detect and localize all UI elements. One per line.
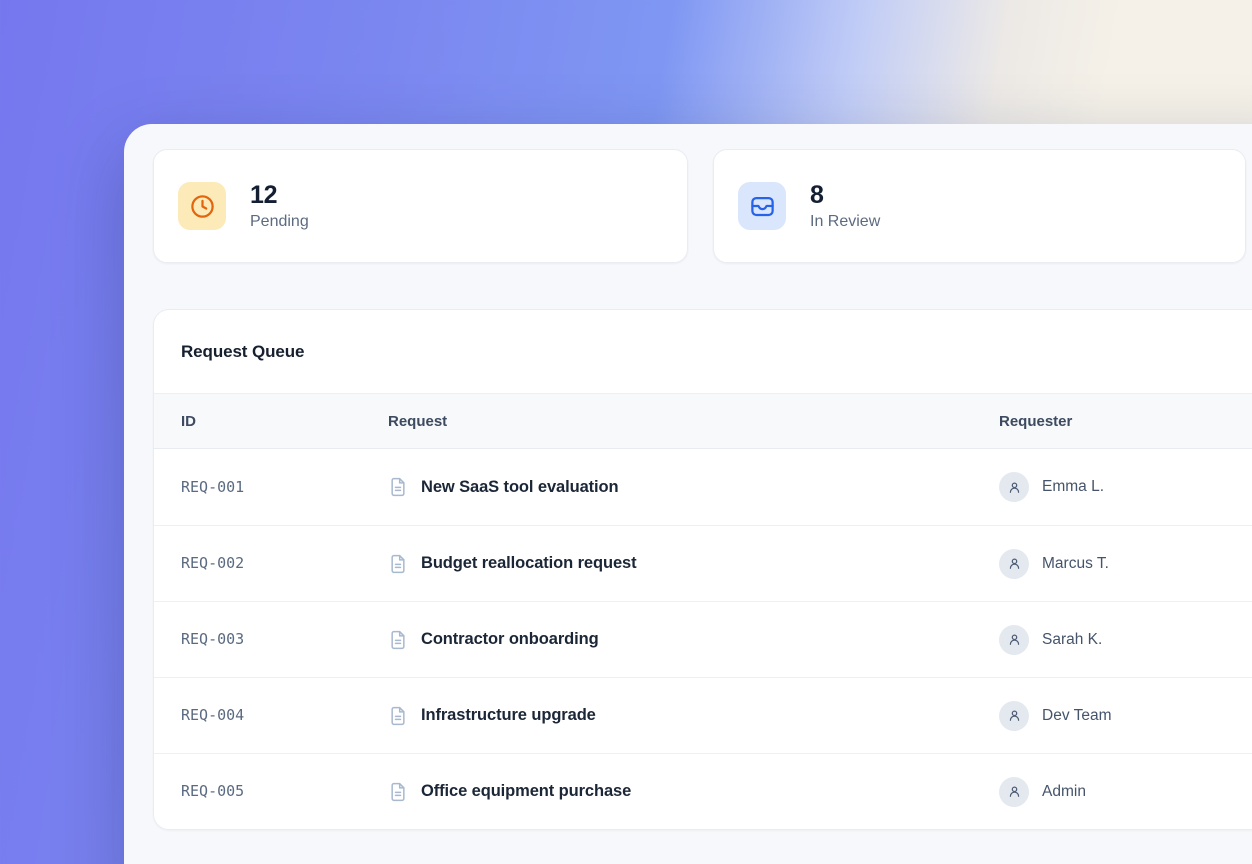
table-body: REQ-001 New SaaS tool evaluation Emma L.: [154, 449, 1252, 829]
avatar: [999, 625, 1029, 655]
column-header-requester: Requester: [999, 413, 1252, 430]
avatar: [999, 472, 1029, 502]
avatar: [999, 777, 1029, 807]
request-title: Contractor onboarding: [421, 630, 599, 649]
request-title: Office equipment purchase: [421, 782, 631, 801]
document-icon: [388, 706, 408, 726]
request-id: REQ-002: [181, 554, 244, 572]
table-header-row: ID Request Requester: [154, 393, 1252, 449]
avatar: [999, 549, 1029, 579]
requester-name: Emma L.: [1042, 478, 1104, 496]
request-id: REQ-003: [181, 630, 244, 648]
requester-name: Dev Team: [1042, 707, 1112, 725]
request-id: REQ-004: [181, 706, 244, 724]
document-icon: [388, 782, 408, 802]
table-row[interactable]: REQ-004 Infrastructure upgrade Dev Team: [154, 677, 1252, 753]
inbox-icon: [738, 182, 786, 230]
table-row[interactable]: REQ-003 Contractor onboarding Sarah K.: [154, 601, 1252, 677]
table-row[interactable]: REQ-005 Office equipment purchase Admin: [154, 753, 1252, 829]
column-header-id: ID: [154, 413, 388, 430]
request-title: New SaaS tool evaluation: [421, 478, 619, 497]
request-id: REQ-001: [181, 478, 244, 496]
document-icon: [388, 477, 408, 497]
requester-name: Sarah K.: [1042, 631, 1102, 649]
stat-label-pending: Pending: [250, 213, 309, 231]
requester-name: Marcus T.: [1042, 555, 1109, 573]
stats-row: 12 Pending 8 In Review: [153, 149, 1246, 263]
clock-icon: [178, 182, 226, 230]
dashboard-panel: 12 Pending 8 In Review Request Queue ID …: [124, 124, 1252, 864]
request-title: Infrastructure upgrade: [421, 706, 596, 725]
request-id: REQ-005: [181, 782, 244, 800]
document-icon: [388, 554, 408, 574]
table-title: Request Queue: [181, 342, 304, 362]
requester-name: Admin: [1042, 783, 1086, 801]
column-header-request: Request: [388, 413, 999, 430]
stat-card-in-review: 8 In Review: [713, 149, 1246, 263]
request-queue-card: Request Queue ID Request Requester REQ-0…: [153, 309, 1252, 830]
document-icon: [388, 630, 408, 650]
stat-value-pending: 12: [250, 181, 309, 210]
avatar: [999, 701, 1029, 731]
table-row[interactable]: REQ-002 Budget reallocation request Marc…: [154, 525, 1252, 601]
stat-card-pending: 12 Pending: [153, 149, 688, 263]
stat-label-in-review: In Review: [810, 213, 880, 231]
table-row[interactable]: REQ-001 New SaaS tool evaluation Emma L.: [154, 449, 1252, 525]
stat-value-in-review: 8: [810, 181, 880, 210]
request-title: Budget reallocation request: [421, 554, 637, 573]
